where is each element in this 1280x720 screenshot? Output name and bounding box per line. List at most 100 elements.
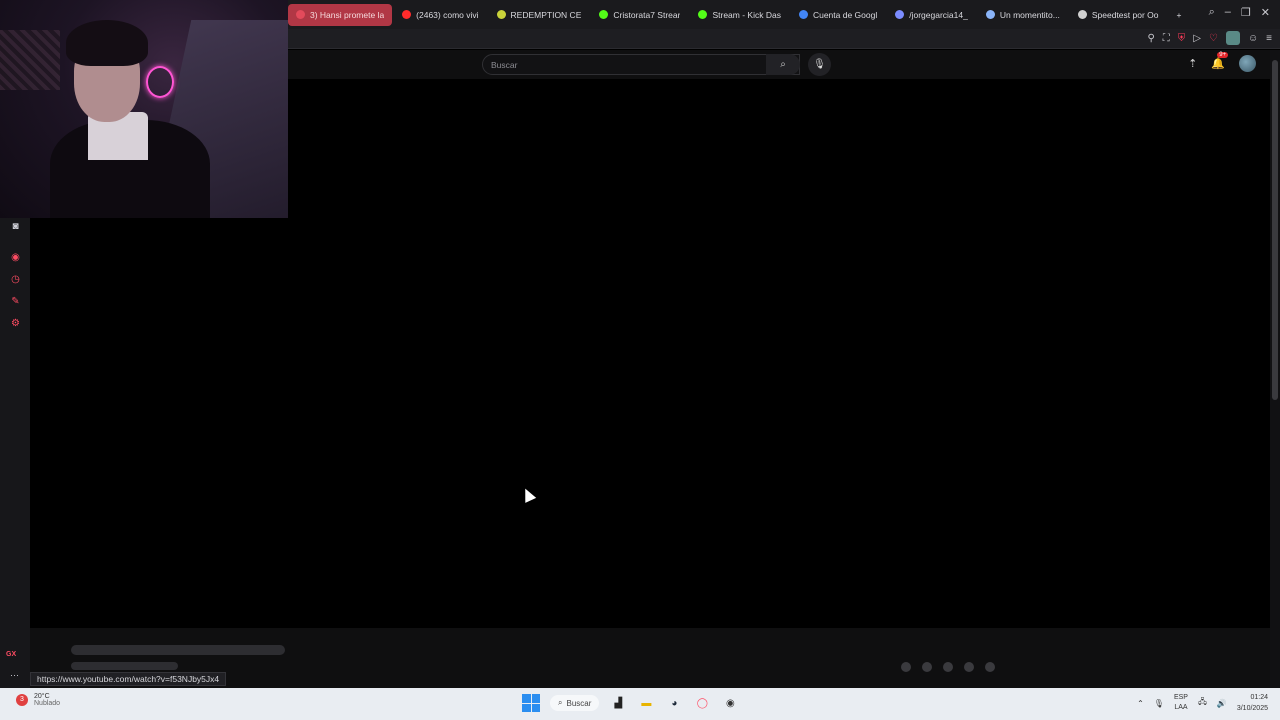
scrollbar-thumb[interactable] xyxy=(1272,60,1278,400)
steam-icon[interactable]: ◕ xyxy=(665,694,683,712)
avatar[interactable] xyxy=(1239,55,1256,72)
sidebar-more-button[interactable]: ··· xyxy=(10,670,19,680)
youtube-header-actions: ⇡ 🔔 9+ xyxy=(1188,52,1256,72)
microphone-icon[interactable]: 🎙 xyxy=(1154,699,1164,708)
history-icon[interactable]: ◷ xyxy=(9,273,22,286)
settings-gear-icon[interactable]: ⚙ xyxy=(9,317,22,330)
weather-temperature: 20°C xyxy=(34,693,50,700)
action-skeleton-dot xyxy=(943,662,953,672)
network-icon[interactable]: 🖧 xyxy=(1198,696,1207,710)
play-icon[interactable]: ▷ xyxy=(1193,33,1201,44)
upload-icon[interactable]: ⇡ xyxy=(1188,57,1197,70)
tab-favicon-icon xyxy=(296,10,305,19)
weather-icon: 3 xyxy=(16,694,28,706)
pin-icon[interactable]: ⚲ xyxy=(1147,33,1154,44)
search-box xyxy=(482,54,800,75)
page-scrollbar[interactable] xyxy=(1270,50,1280,688)
taskbar-search[interactable]: ⌕ Buscar xyxy=(550,695,600,711)
shield-icon[interactable]: ⛨ xyxy=(1178,33,1186,44)
extension-icon[interactable] xyxy=(1225,31,1240,45)
youtube-header: ⌕ 🎙 ⇡ 🔔 9+ xyxy=(288,50,1270,79)
language-indicator[interactable]: ESP LAA xyxy=(1174,693,1188,713)
tab-favicon-icon xyxy=(895,10,905,19)
action-skeleton-dot xyxy=(964,662,974,672)
window-controls: ⌕ – ❐ ✕ xyxy=(1209,6,1270,19)
tab-favicon-icon xyxy=(798,10,808,19)
tab-label: /jorgegarcia14_ xyxy=(909,9,968,20)
minimize-icon[interactable]: – xyxy=(1225,6,1231,19)
browser-tab[interactable]: 3) Hansi promete la xyxy=(288,3,393,26)
voice-search-button[interactable]: 🎙 xyxy=(808,53,831,76)
browser-tab[interactable]: Cristorata7 Strear xyxy=(591,4,688,26)
extensions-icon[interactable]: ✎ xyxy=(9,295,22,308)
browser-tab[interactable]: (2463) como vivi xyxy=(394,4,486,26)
tab-favicon-icon xyxy=(496,10,506,19)
menu-icon[interactable]: ≡ xyxy=(1266,33,1272,44)
webcam-overlay xyxy=(0,0,288,218)
clock-date: 3/10/2025 xyxy=(1236,705,1268,712)
snapshot-icon[interactable]: ⛶ xyxy=(1163,33,1170,44)
file-explorer-icon[interactable]: ▬ xyxy=(637,694,655,712)
clock-time: 01:24 xyxy=(1250,694,1268,701)
music-player-icon[interactable]: ◉ xyxy=(9,251,22,264)
heart-icon[interactable]: ♡ xyxy=(1209,33,1218,44)
search-input[interactable] xyxy=(483,55,799,75)
tab-label: Cuenta de Googl xyxy=(812,9,878,20)
tab-favicon-icon xyxy=(698,10,708,19)
browser-tab[interactable]: Speedtest por Oo xyxy=(1070,4,1167,26)
tab-strip: 3) Hansi promete la (2463) como vivi REDEM… xyxy=(288,0,1191,29)
search-button[interactable]: ⌕ xyxy=(766,54,800,75)
clock[interactable]: 01:24 3/10/2025 xyxy=(1237,692,1268,714)
weather-condition: Nublado xyxy=(34,700,61,707)
browser-tab[interactable]: REDEMPTION CE xyxy=(489,4,590,26)
volume-icon[interactable]: 🔊 xyxy=(1217,699,1227,708)
tab-label: Un momentito... xyxy=(999,9,1060,20)
weather-widget[interactable]: 3 20°C Nublado xyxy=(16,693,60,707)
profile-icon[interactable]: ☺ xyxy=(1248,33,1258,44)
tab-favicon-icon xyxy=(985,10,995,19)
status-url: https://www.youtube.com/watch?v=f53NJby5… xyxy=(30,672,227,686)
subtitle-skeleton xyxy=(71,662,178,670)
toolbar-actions: ⚲ ⛶ ⛨ ▷ ♡ ☺ ≡ xyxy=(1147,31,1272,45)
opera-sidebar: ◙ ◉ ◷ ✎ ⚙ GX ··· xyxy=(0,218,30,688)
browser-tab[interactable]: /jorgegarcia14_ xyxy=(887,4,976,26)
taskbar-apps: ⌕ Buscar ▟ ▬ ◕ ◯ ◉ xyxy=(522,694,739,712)
tab-label: Speedtest por Oo xyxy=(1091,9,1159,20)
title-skeleton xyxy=(71,645,285,655)
action-skeleton-dot xyxy=(901,662,911,672)
screen: 3) Hansi promete la (2463) como vivi REDEM… xyxy=(0,0,1280,720)
tab-favicon-icon xyxy=(599,10,609,19)
tab-search-icon[interactable]: ⌕ xyxy=(1209,6,1215,19)
bell-icon: 🔔 xyxy=(1211,58,1225,70)
tab-favicon-icon xyxy=(1077,10,1087,19)
search-icon: ⌕ xyxy=(780,59,786,70)
action-button-skeletons xyxy=(901,662,995,672)
discord-icon[interactable]: ◙ xyxy=(9,220,22,233)
browser-tab[interactable]: Stream - Kick Das xyxy=(690,4,789,26)
microphone-icon: 🎙 xyxy=(813,59,826,70)
tab-label: 3) Hansi promete la xyxy=(310,9,385,20)
keyboard-layout: LAA xyxy=(1174,704,1188,711)
headphone-ring-light xyxy=(146,66,174,98)
obs-icon[interactable]: ◉ xyxy=(721,694,739,712)
new-tab-button[interactable]: + xyxy=(1169,4,1190,26)
opera-gx-icon[interactable]: ◯ xyxy=(693,694,711,712)
task-view-icon[interactable]: ▟ xyxy=(609,694,627,712)
windows-taskbar: 3 20°C Nublado ⌕ Buscar ▟ ▬ ◕ ◯ ◉ ⌃ 🎙 ES… xyxy=(0,688,1280,720)
restore-icon[interactable]: ❐ xyxy=(1241,6,1251,19)
gx-logo[interactable]: GX xyxy=(6,651,16,658)
tab-label: Stream - Kick Das xyxy=(712,9,781,20)
notifications-button[interactable]: 🔔 9+ xyxy=(1211,52,1229,70)
action-skeleton-dot xyxy=(922,662,932,672)
browser-tab[interactable]: Un momentito... xyxy=(978,4,1068,26)
tab-label: Cristorata7 Strear xyxy=(613,9,681,20)
chevron-up-icon[interactable]: ⌃ xyxy=(1137,699,1144,708)
notification-badge: 9+ xyxy=(1217,52,1229,58)
close-icon[interactable]: ✕ xyxy=(1261,6,1270,19)
start-button[interactable] xyxy=(522,694,540,712)
tab-favicon-icon xyxy=(402,10,412,19)
system-tray: ⌃ 🎙 ESP LAA 🖧 🔊 01:24 3/10/2025 xyxy=(1137,692,1268,714)
browser-tab[interactable]: Cuenta de Googl xyxy=(791,4,885,26)
taskbar-search-label: Buscar xyxy=(566,698,592,708)
language-code: ESP xyxy=(1173,694,1188,701)
